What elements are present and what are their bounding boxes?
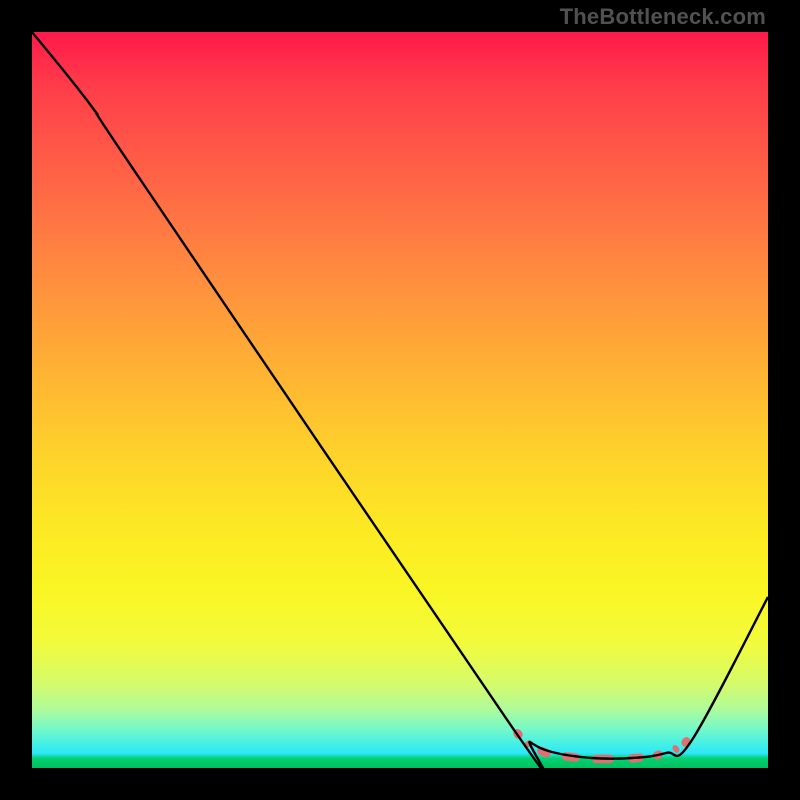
- chart-svg: [32, 32, 768, 768]
- plot-area: [32, 32, 768, 768]
- watermark-text: TheBottleneck.com: [560, 4, 766, 30]
- chart-frame: TheBottleneck.com: [0, 0, 800, 800]
- bottleneck-curve: [32, 32, 768, 768]
